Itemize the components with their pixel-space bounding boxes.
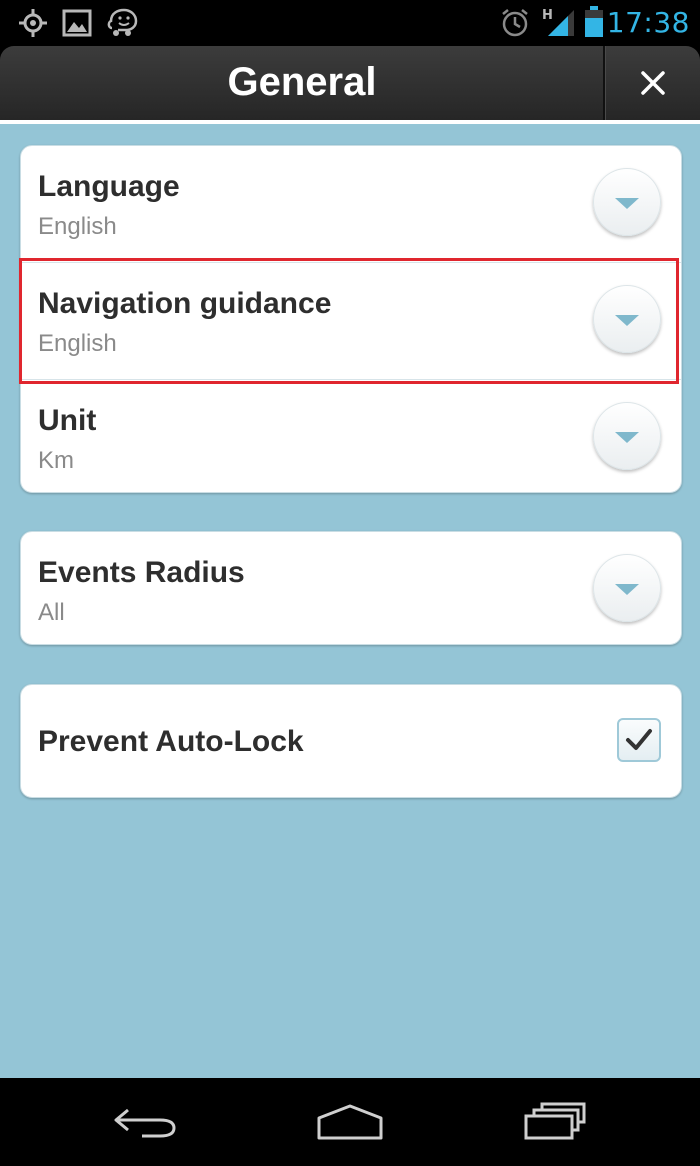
recent-apps-icon <box>524 1102 586 1140</box>
chevron-down-icon <box>615 198 639 209</box>
back-icon <box>114 1108 176 1138</box>
setting-row-navigation-guidance[interactable]: Navigation guidance English <box>21 263 681 379</box>
back-button[interactable] <box>112 1102 178 1147</box>
settings-content: Language English Navigation guidance Eng… <box>0 124 700 1078</box>
setting-row-prevent-auto-lock[interactable]: Prevent Auto-Lock <box>21 685 681 797</box>
gallery-icon <box>62 8 92 43</box>
settings-card-auto-lock: Prevent Auto-Lock <box>20 684 682 798</box>
close-button[interactable] <box>606 46 700 120</box>
checkmark-icon <box>626 729 652 750</box>
chevron-down-icon <box>615 315 639 326</box>
title-bar: General <box>0 46 700 120</box>
setting-label: Unit <box>38 404 97 437</box>
chevron-down-icon <box>615 584 639 595</box>
waze-icon <box>106 8 138 43</box>
status-bar: H 17:38 <box>0 0 700 46</box>
setting-row-events-radius[interactable]: Events Radius All <box>21 532 681 644</box>
settings-card-general: Language English Navigation guidance Eng… <box>20 145 682 493</box>
setting-label: Language <box>38 170 180 203</box>
setting-value: English <box>38 213 117 240</box>
setting-row-unit[interactable]: Unit Km <box>21 380 681 492</box>
home-icon <box>317 1104 383 1140</box>
language-dropdown-button[interactable] <box>593 168 661 236</box>
unit-dropdown-button[interactable] <box>593 402 661 470</box>
navigation-guidance-dropdown-button[interactable] <box>593 285 661 353</box>
system-nav-bar <box>0 1078 700 1166</box>
setting-value: All <box>38 599 65 626</box>
setting-value: Km <box>38 447 74 474</box>
alarm-icon <box>500 8 530 43</box>
setting-label: Prevent Auto-Lock <box>38 725 304 758</box>
page-title: General <box>227 60 377 104</box>
title-divider <box>603 46 605 120</box>
setting-value: English <box>38 330 117 357</box>
battery-icon <box>584 6 604 43</box>
setting-label: Navigation guidance <box>38 287 332 320</box>
prevent-auto-lock-checkbox[interactable] <box>617 718 661 762</box>
signal-icon: H <box>542 6 576 43</box>
recent-apps-button[interactable] <box>522 1102 588 1147</box>
setting-row-language[interactable]: Language English <box>21 146 681 262</box>
gps-icon <box>18 8 48 43</box>
events-radius-dropdown-button[interactable] <box>593 554 661 622</box>
clock: 17:38 <box>606 6 690 39</box>
chevron-down-icon <box>615 432 639 443</box>
settings-card-events: Events Radius All <box>20 531 682 645</box>
close-icon <box>641 71 665 95</box>
svg-text:H: H <box>542 8 553 23</box>
setting-label: Events Radius <box>38 556 245 589</box>
home-button[interactable] <box>316 1102 384 1147</box>
